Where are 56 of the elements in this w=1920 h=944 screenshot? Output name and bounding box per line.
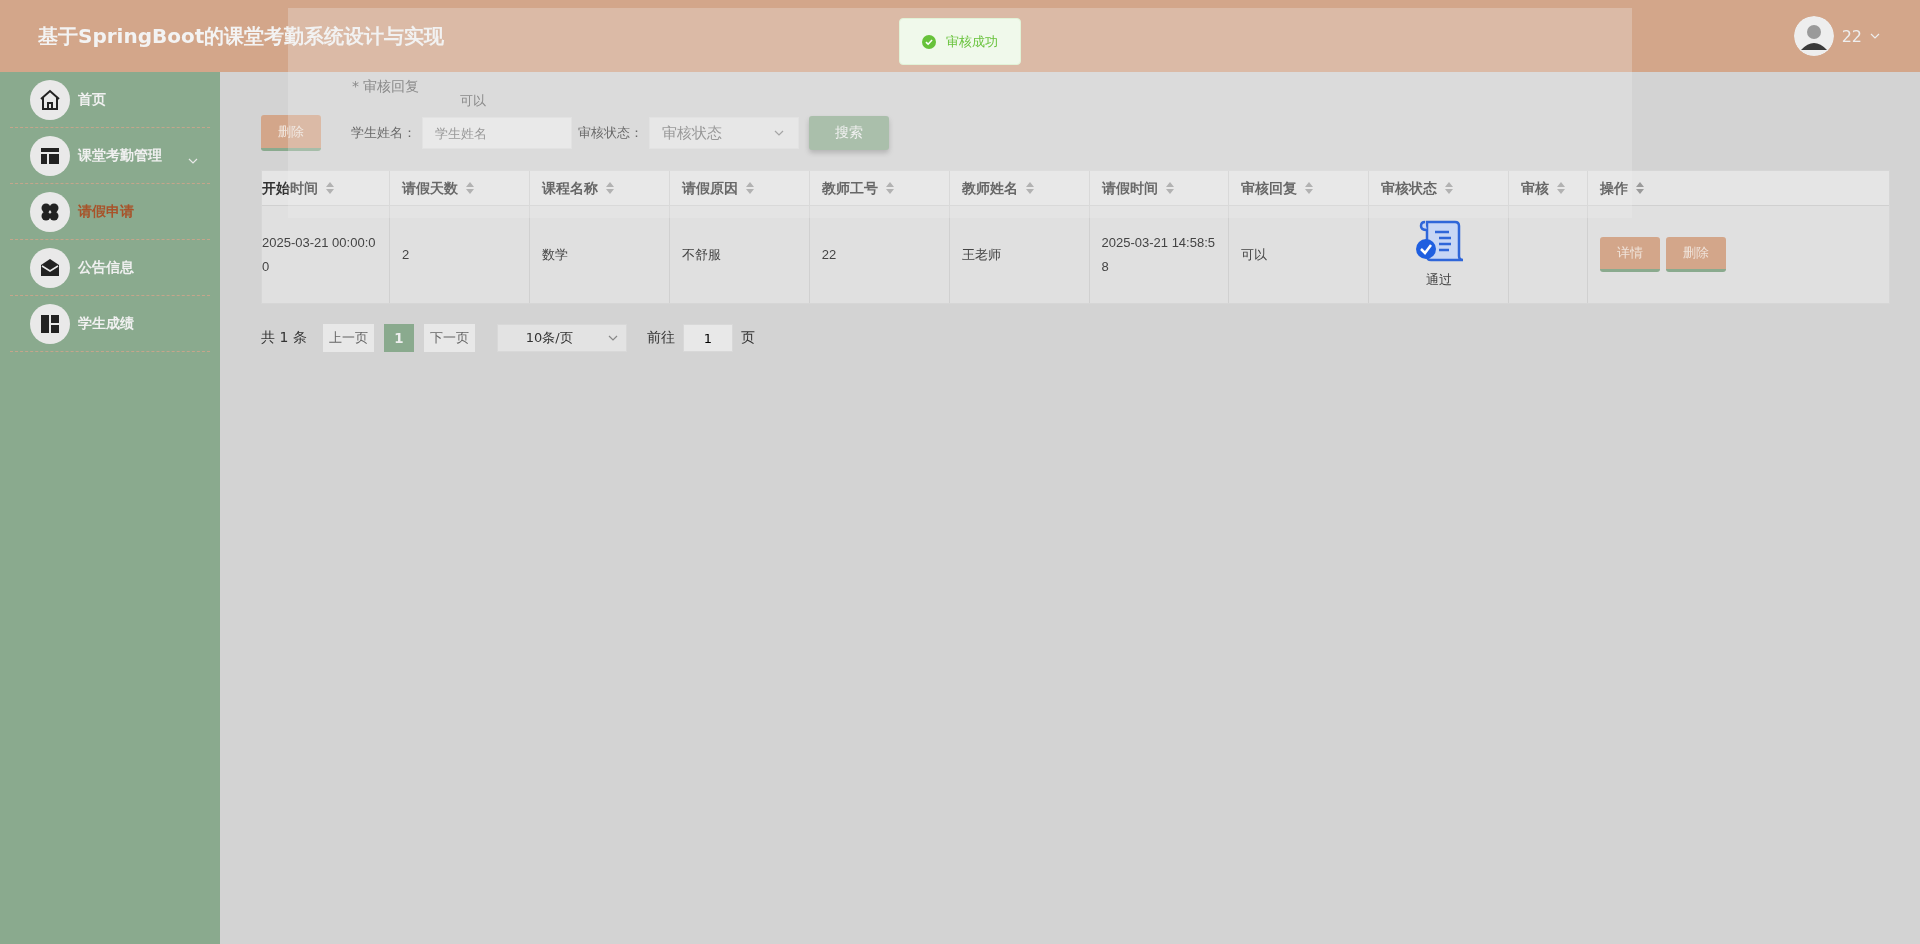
avatar-icon[interactable]	[1793, 16, 1834, 56]
table-cell-text: 2025-03-21 00:00:00	[262, 233, 377, 276]
goto-label: 前往	[646, 329, 675, 347]
table-cell-text: 王老师	[961, 245, 1001, 264]
name-field[interactable]: 学生姓名	[422, 117, 572, 149]
sort-icon[interactable]	[326, 182, 334, 194]
table-cell-text: 2	[401, 245, 410, 264]
status-text: 通过	[1425, 270, 1452, 289]
sort-icon[interactable]	[1557, 182, 1566, 194]
total-count: 共 1 条	[261, 329, 307, 347]
column-header[interactable]: 开始时间	[262, 176, 318, 200]
filter-label: 学生姓名：	[351, 124, 416, 142]
column-header[interactable]: 请假天数	[401, 176, 458, 200]
table-cell-text: 可以	[1241, 245, 1268, 264]
column-header[interactable]: 操作	[1600, 176, 1629, 200]
page-field[interactable]: 1	[682, 324, 733, 352]
grid-icon	[30, 303, 70, 344]
column-header[interactable]: 教师工号	[821, 176, 878, 200]
table-cell-text: 数学	[541, 245, 568, 264]
sort-icon[interactable]	[1165, 182, 1174, 194]
sort-icon[interactable]	[465, 182, 474, 194]
toast-text: 审核成功	[946, 32, 998, 51]
sort-icon[interactable]	[1636, 182, 1645, 194]
column-header[interactable]: 教师姓名	[961, 176, 1018, 200]
sort-icon[interactable]	[1305, 182, 1314, 194]
field-value: 可以	[460, 92, 486, 110]
app-title: 基于SpringBoot的课堂考勤系统设计与实现	[38, 22, 445, 50]
sort-icon[interactable]	[885, 182, 894, 194]
page-size-select[interactable]: 10条/页	[496, 324, 627, 352]
chevron-icon	[774, 130, 784, 136]
clover-icon	[30, 191, 70, 232]
chevron-icon	[607, 335, 618, 341]
table-cell-text: 2025-03-21 14:58:58	[1101, 233, 1216, 276]
sort-icon[interactable]	[605, 182, 614, 194]
column-header[interactable]: 课程名称	[541, 176, 598, 200]
sort-icon[interactable]	[1445, 182, 1454, 194]
column-header[interactable]: 请假时间	[1101, 176, 1158, 200]
status-select[interactable]: 审核状态	[649, 117, 799, 149]
page-suffix: 页	[740, 329, 755, 347]
check-icon	[922, 34, 936, 49]
table-cell-text: 22	[821, 245, 837, 264]
field-label: * 审核回复	[352, 78, 420, 96]
mail-icon	[30, 247, 70, 288]
layout-icon	[30, 135, 70, 176]
column-header[interactable]: 请假原因	[681, 176, 738, 200]
column-header[interactable]: 审核	[1521, 176, 1550, 200]
home-icon	[30, 79, 70, 120]
table-cell-text: 不舒服	[681, 245, 721, 264]
next-page-button[interactable]: 下一页	[423, 324, 475, 352]
caret-icon[interactable]	[1870, 33, 1880, 39]
column-header[interactable]: 审核回复	[1241, 176, 1298, 200]
sort-icon[interactable]	[1025, 182, 1034, 194]
sort-icon[interactable]	[745, 182, 754, 194]
column-header[interactable]: 审核状态	[1381, 176, 1438, 200]
filter-label: 审核状态：	[578, 124, 643, 142]
prev-page-button[interactable]: 上一页	[322, 324, 374, 352]
